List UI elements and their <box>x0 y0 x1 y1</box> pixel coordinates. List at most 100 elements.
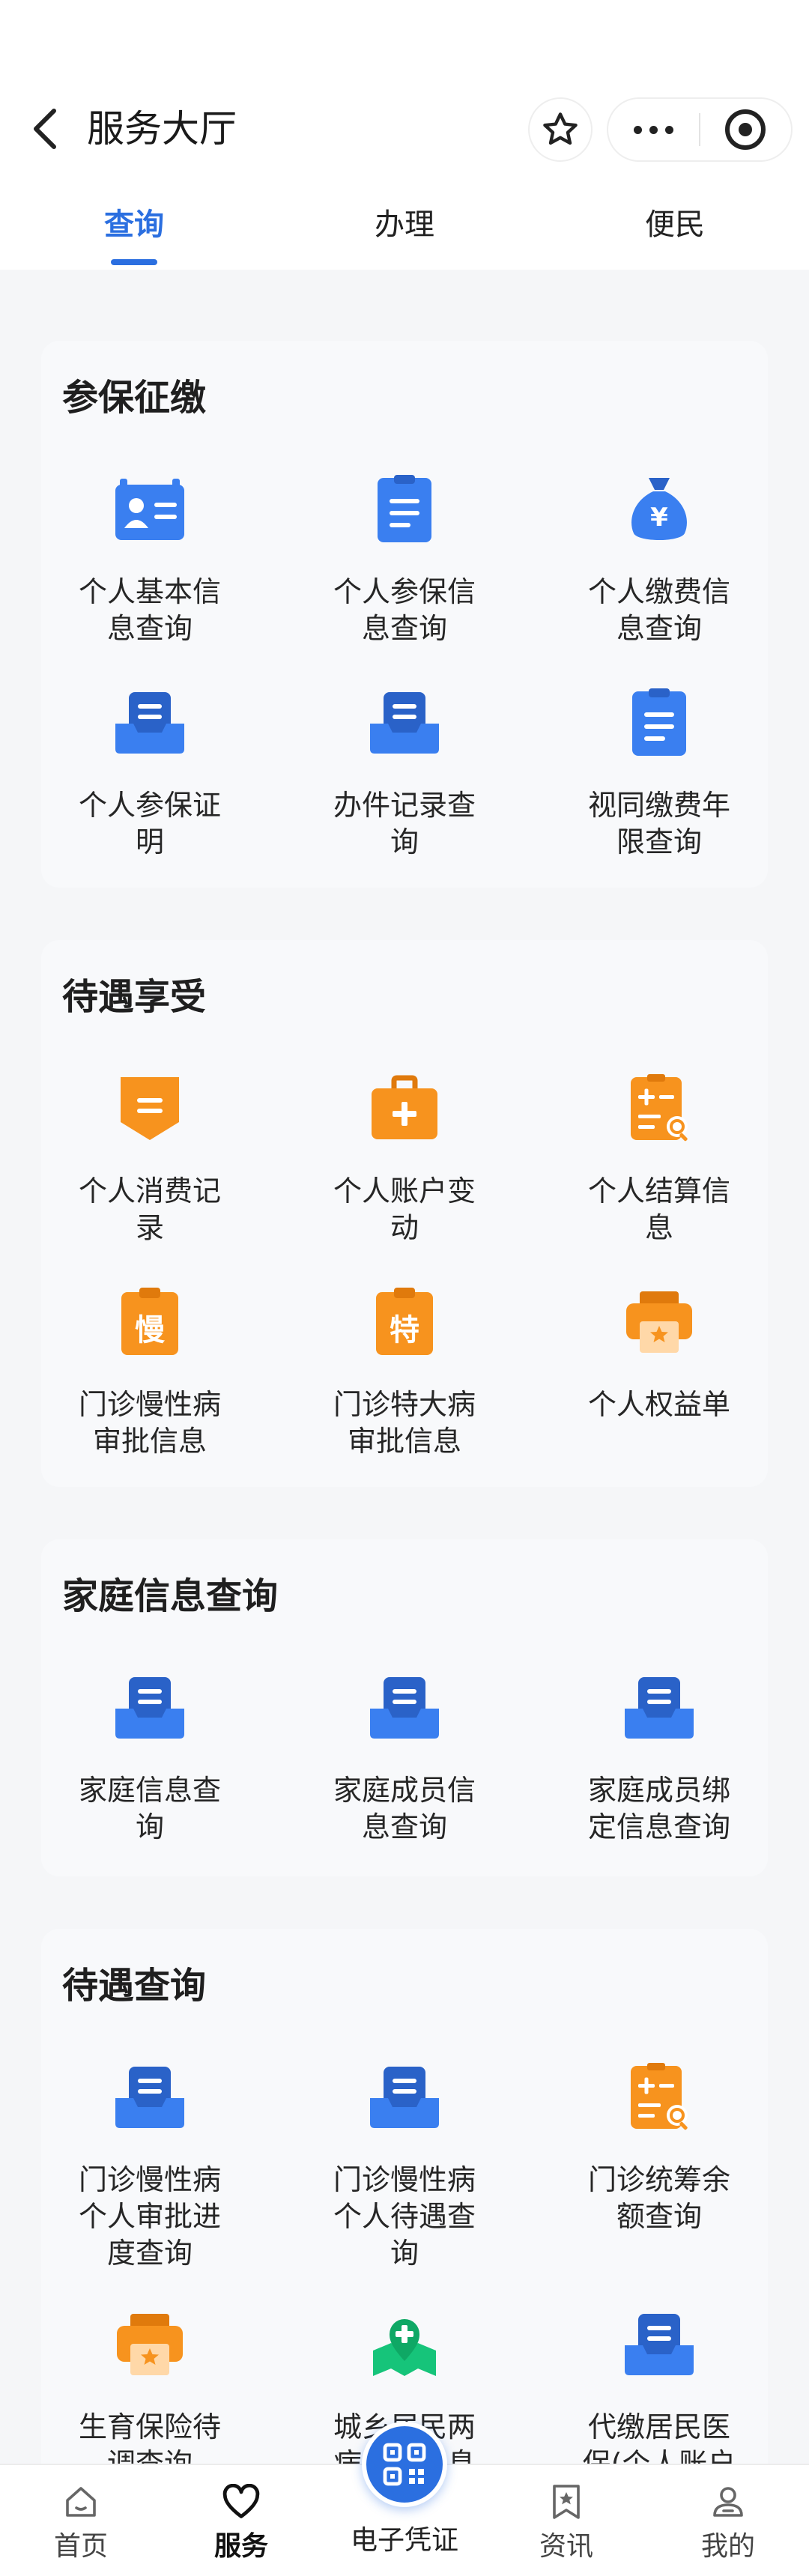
bottom-navigation: 首页 服务 电子凭证 资讯 我的 <box>0 2422 809 2576</box>
item-label-line: 息查询 <box>106 612 193 645</box>
service-item-personal-payment-info[interactable]: ¥ 个人缴费信 息查询 <box>554 464 764 647</box>
service-item-personal-consumption-record[interactable]: 个人消费记录 <box>45 1064 255 1246</box>
item-label-line: 办件记录查 <box>333 789 476 822</box>
inbox-document-icon <box>105 2052 195 2142</box>
inbox-document-icon <box>105 1663 195 1753</box>
star-icon <box>543 112 578 145</box>
item-label-line: 个人账户变 <box>333 1175 476 1207</box>
service-item-personal-rights-list[interactable]: 个人权益单 <box>554 1277 764 1423</box>
section-insurance-payment: 参保征缴 个人基本信 息查询 个人参保信 息查询 ¥ 个人缴费信 息查询 个人参… <box>41 341 768 888</box>
item-label-line: 门诊统筹余 <box>587 2163 730 2196</box>
item-label-line: 门诊慢性病 <box>333 2163 476 2196</box>
item-label-line: 录 <box>135 1211 164 1244</box>
item-label-line: 限查询 <box>616 825 702 858</box>
item-label-line: 额查询 <box>616 2200 702 2233</box>
service-item-chronic-benefit-query[interactable]: 门诊慢性病个人待遇查询 <box>300 2052 509 2272</box>
tab-handle[interactable]: 办理 <box>315 202 494 247</box>
chevron-left-icon <box>34 109 56 149</box>
item-label-line: 门诊特大病 <box>333 1388 476 1421</box>
bookmark-star-icon <box>491 2480 641 2524</box>
service-item-outpatient-pool-balance[interactable]: 门诊统筹余 额查询 <box>554 2052 764 2235</box>
qr-code-icon <box>383 2443 426 2486</box>
service-item-chronic-approval-progress[interactable]: 门诊慢性病个人审批进度查询 <box>45 2052 255 2272</box>
item-label-line: 个人参保证 <box>78 789 221 822</box>
item-label-line: 动 <box>390 1211 419 1244</box>
item-label-line: 家庭成员绑 <box>587 1774 730 1807</box>
item-label-line: 家庭信息查 <box>78 1774 221 1807</box>
item-label-line: 个人缴费信 <box>587 575 730 608</box>
clipboard-slow-icon: 慢 <box>105 1277 195 1367</box>
more-button[interactable] <box>608 99 699 160</box>
service-item-family-binding-info[interactable]: 家庭成员绑 定信息查询 <box>554 1663 764 1846</box>
service-item-personal-basic-info[interactable]: 个人基本信 息查询 <box>45 464 255 647</box>
service-item-personal-account-change[interactable]: 个人账户变动 <box>300 1064 509 1246</box>
item-label-line: 息查询 <box>361 1810 447 1843</box>
clipboard-glyph: 慢 <box>135 1313 165 1348</box>
target-circle-icon <box>725 109 766 150</box>
tab-convenience[interactable]: 便民 <box>585 202 765 247</box>
heart-icon <box>166 2480 316 2524</box>
item-label-line: 度查询 <box>106 2237 193 2270</box>
service-item-major-disease-approval[interactable]: 特 门诊特大病审批信息 <box>300 1277 509 1460</box>
inbox-document-icon <box>360 678 449 768</box>
item-label-line: 询 <box>390 2237 419 2270</box>
calculator-search-icon <box>614 2052 704 2142</box>
section-family-info-query: 家庭信息查询 家庭信息查询 家庭成员信 息查询 家庭成员绑 定信息查询 <box>41 1539 768 1876</box>
section-title: 待遇享受 <box>62 976 207 1018</box>
item-label-line: 个人消费记 <box>78 1175 221 1207</box>
nav-service[interactable]: 服务 <box>166 2480 316 2566</box>
section-title: 参保征缴 <box>62 377 207 419</box>
user-icon <box>653 2480 803 2524</box>
item-label-line: 门诊慢性病 <box>78 2163 221 2196</box>
inbox-document-icon <box>614 1663 704 1753</box>
close-mini-program-button[interactable] <box>700 99 791 160</box>
calculator-search-icon <box>614 1064 704 1154</box>
clipboard-special-icon: 特 <box>360 1277 449 1367</box>
service-item-maternity-benefit-query[interactable]: 生育保险待调查询 <box>45 2300 255 2482</box>
section-title: 家庭信息查询 <box>62 1575 279 1617</box>
inbox-document-icon <box>360 1663 449 1753</box>
service-item-case-record-query[interactable]: 办件记录查询 <box>300 678 509 861</box>
tab-active-indicator <box>111 259 157 265</box>
service-item-resident-insurance-proxy-payment[interactable]: 代缴居民医保(个人账户 <box>554 2300 764 2482</box>
favorite-button[interactable] <box>528 97 593 162</box>
section-benefit-enjoyment: 待遇享受 个人消费记录 个人账户变动 个人结算信 息 慢 门诊慢性病 审批信息 … <box>41 940 768 1487</box>
more-dots-icon <box>634 125 673 134</box>
nav-news[interactable]: 资讯 <box>491 2480 641 2566</box>
item-label-line: 个人待遇查 <box>333 2200 476 2233</box>
nav-home[interactable]: 首页 <box>6 2480 156 2566</box>
service-item-personal-insured-info[interactable]: 个人参保信 息查询 <box>300 464 509 647</box>
nav-mine[interactable]: 我的 <box>653 2480 803 2566</box>
item-label-line: 视同缴费年 <box>587 789 730 822</box>
clipboard-icon <box>614 678 704 768</box>
service-item-personal-settlement-info[interactable]: 个人结算信息 <box>554 1064 764 1246</box>
item-label-line: 询 <box>390 825 419 858</box>
item-label-line: 个人结算信 <box>587 1175 730 1207</box>
printer-star-icon <box>614 1277 704 1367</box>
nav-label-e-certificate[interactable]: 电子凭证 <box>330 2522 479 2560</box>
nav-label: 服务 <box>213 2531 268 2562</box>
inbox-document-icon <box>614 2300 704 2389</box>
item-label-line: 门诊慢性病 <box>78 1388 221 1421</box>
item-label-line: 定信息查询 <box>587 1810 730 1843</box>
printer-star-icon <box>105 2300 195 2389</box>
service-item-chronic-disease-approval[interactable]: 慢 门诊慢性病 审批信息 <box>45 1277 255 1460</box>
nav-label: 首页 <box>53 2531 108 2562</box>
back-button[interactable] <box>22 106 67 151</box>
item-label-line: 明 <box>135 825 164 858</box>
tab-query[interactable]: 查询 <box>44 202 224 247</box>
svg-text:¥: ¥ <box>650 503 668 533</box>
service-item-family-member-info[interactable]: 家庭成员信 息查询 <box>300 1663 509 1846</box>
item-label-line: 个人权益单 <box>587 1388 730 1421</box>
item-label-line: 个人审批进 <box>78 2200 221 2233</box>
service-item-family-info-query[interactable]: 家庭信息查询 <box>45 1663 255 1846</box>
service-item-deemed-payment-years[interactable]: 视同缴费年 限查询 <box>554 678 764 861</box>
document-list-icon <box>360 464 449 554</box>
nav-e-certificate-button[interactable] <box>362 2422 447 2507</box>
section-title: 待遇查询 <box>62 1965 207 2007</box>
page-title: 服务大厅 <box>87 107 237 151</box>
item-label-line: 审批信息 <box>347 1425 461 1458</box>
item-label-line: 生育保险待 <box>78 2410 221 2443</box>
service-item-insurance-certificate[interactable]: 个人参保证明 <box>45 678 255 861</box>
map-pin-plus-icon <box>360 2300 449 2389</box>
